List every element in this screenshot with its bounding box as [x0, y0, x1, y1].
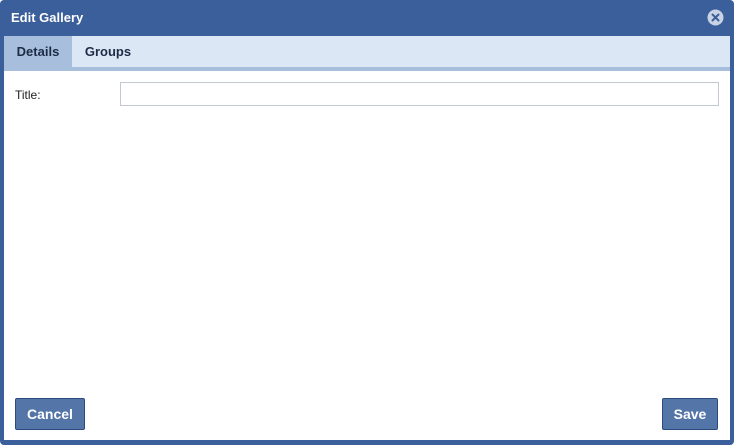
cancel-button[interactable]: Cancel [15, 398, 85, 430]
tab-details[interactable]: Details [4, 36, 72, 67]
dialog-title: Edit Gallery [11, 10, 84, 25]
tab-bar: Details Groups [4, 36, 730, 67]
tab-groups[interactable]: Groups [72, 36, 144, 67]
save-button[interactable]: Save [662, 398, 718, 430]
title-label: Title: [15, 88, 41, 102]
close-icon[interactable] [707, 9, 724, 26]
edit-gallery-dialog: Edit Gallery Details Groups Title: Cance… [0, 0, 734, 445]
title-input[interactable] [120, 82, 719, 106]
dialog-titlebar: Edit Gallery [0, 0, 734, 36]
details-panel: Title: Cancel Save [4, 71, 730, 440]
